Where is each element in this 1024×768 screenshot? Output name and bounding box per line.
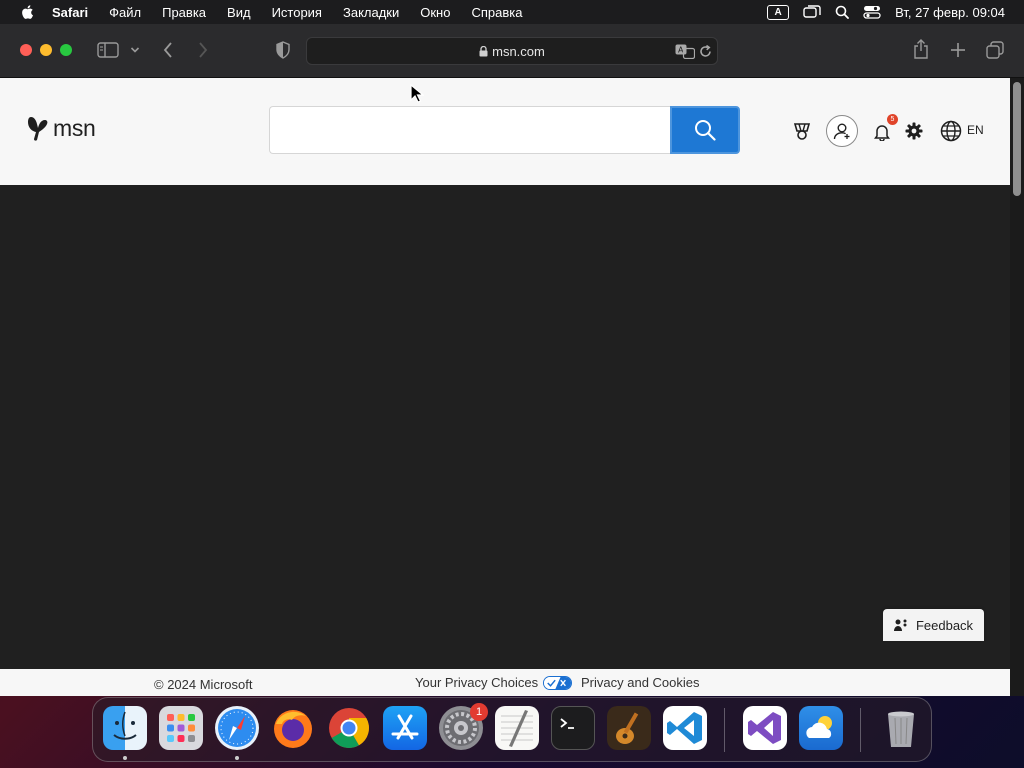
msn-butterfly-icon <box>28 117 48 141</box>
apple-menu-icon[interactable] <box>20 4 36 20</box>
user-icon <box>833 123 850 140</box>
msn-logo-text: msn <box>53 114 96 141</box>
safari-running-indicator <box>235 756 239 760</box>
privacy-cookies-link[interactable]: Privacy and Cookies <box>581 675 700 690</box>
feedback-button[interactable]: Feedback <box>883 609 984 641</box>
copyright-text: © 2024 Microsoft <box>154 677 253 692</box>
menu-bar: Safari Файл Правка Вид История Закладки … <box>0 0 1024 24</box>
forward-icon[interactable] <box>197 41 209 59</box>
notification-count-badge: 5 <box>887 114 898 125</box>
chrome-icon[interactable] <box>327 706 371 750</box>
control-center-icon[interactable] <box>863 5 881 19</box>
launchpad-icon[interactable] <box>159 706 203 750</box>
close-window-button[interactable] <box>20 44 32 56</box>
menu-edit[interactable]: Правка <box>162 5 206 20</box>
privacy-choices-link[interactable]: Your Privacy Choices <box>415 675 573 690</box>
msn-logo[interactable]: msn <box>27 114 96 142</box>
address-bar[interactable]: msn.com A <box>306 37 718 65</box>
zoom-window-button[interactable] <box>60 44 72 56</box>
menu-file[interactable]: Файл <box>109 5 141 20</box>
rewards-trophy-icon[interactable] <box>792 122 812 142</box>
weather-icon[interactable] <box>799 706 843 750</box>
share-icon[interactable] <box>913 39 929 59</box>
terminal-icon[interactable] <box>551 706 595 750</box>
mouse-pointer-icon <box>410 84 424 103</box>
input-source-label: A <box>767 4 790 20</box>
new-tab-icon[interactable] <box>950 42 966 58</box>
settings-gear-icon[interactable] <box>905 122 923 140</box>
menu-window[interactable]: Окно <box>420 5 450 20</box>
dock: 1 <box>92 697 932 762</box>
input-source-indicator[interactable]: A <box>767 4 790 20</box>
page-scrollbar[interactable] <box>1010 78 1024 696</box>
back-icon[interactable] <box>162 41 174 59</box>
scrollbar-thumb[interactable] <box>1013 82 1021 196</box>
menu-bookmarks[interactable]: Закладки <box>343 5 399 20</box>
language-label[interactable]: EN <box>967 123 984 137</box>
minimize-window-button[interactable] <box>40 44 52 56</box>
lock-icon <box>479 46 488 57</box>
menu-view[interactable]: Вид <box>227 5 251 20</box>
privacy-choices-label: Your Privacy Choices <box>415 675 539 690</box>
search-input[interactable] <box>269 106 670 154</box>
safari-icon[interactable] <box>215 706 259 750</box>
app-store-icon[interactable] <box>383 706 427 750</box>
web-page: msn 5 EN © 2024 Microsoft Your Privacy C… <box>0 78 1010 696</box>
language-globe-icon[interactable] <box>940 120 962 142</box>
visual-studio-icon[interactable] <box>743 706 787 750</box>
notifications-bell-icon[interactable] <box>874 123 890 141</box>
textedit-icon[interactable] <box>495 706 539 750</box>
safari-window: msn.com A msn 5 EN © 2024 Microsoft Your… <box>0 24 1024 696</box>
dock-separator <box>724 708 725 752</box>
translate-icon[interactable]: A <box>675 44 695 59</box>
spotlight-search-icon[interactable] <box>835 5 850 19</box>
reload-icon[interactable] <box>699 45 712 58</box>
trash-icon[interactable] <box>879 706 923 750</box>
feedback-label: Feedback <box>915 617 974 633</box>
privacy-choices-toggle-icon <box>543 675 573 690</box>
search-icon <box>695 120 716 141</box>
menu-history[interactable]: История <box>272 5 322 20</box>
menu-help[interactable]: Справка <box>471 5 522 20</box>
system-settings-badge: 1 <box>470 703 488 721</box>
search-button[interactable] <box>670 106 740 154</box>
garageband-icon[interactable] <box>607 706 651 750</box>
url-text: msn.com <box>492 44 545 59</box>
feedback-icon <box>893 619 907 631</box>
privacy-shield-icon[interactable] <box>275 41 291 59</box>
dock-separator <box>860 708 861 752</box>
sign-in-avatar[interactable] <box>826 115 858 147</box>
menu-bar-clock[interactable]: Вт, 27 февр. 09:04 <box>895 5 1005 20</box>
vscode-icon[interactable] <box>663 706 707 750</box>
menu-app-name[interactable]: Safari <box>52 5 88 20</box>
screen-mirroring-icon[interactable] <box>803 5 821 19</box>
finder-running-indicator <box>123 756 127 760</box>
chevron-down-icon[interactable] <box>130 46 140 54</box>
finder-icon[interactable] <box>103 706 147 750</box>
msn-header: msn 5 EN <box>0 78 1010 185</box>
page-footer: © 2024 Microsoft Your Privacy Choices Pr… <box>0 669 1010 696</box>
firefox-icon[interactable] <box>271 706 315 750</box>
sidebar-toggle-icon[interactable] <box>97 42 119 58</box>
browser-toolbar: msn.com A <box>0 24 1024 78</box>
tab-overview-icon[interactable] <box>986 41 1004 59</box>
